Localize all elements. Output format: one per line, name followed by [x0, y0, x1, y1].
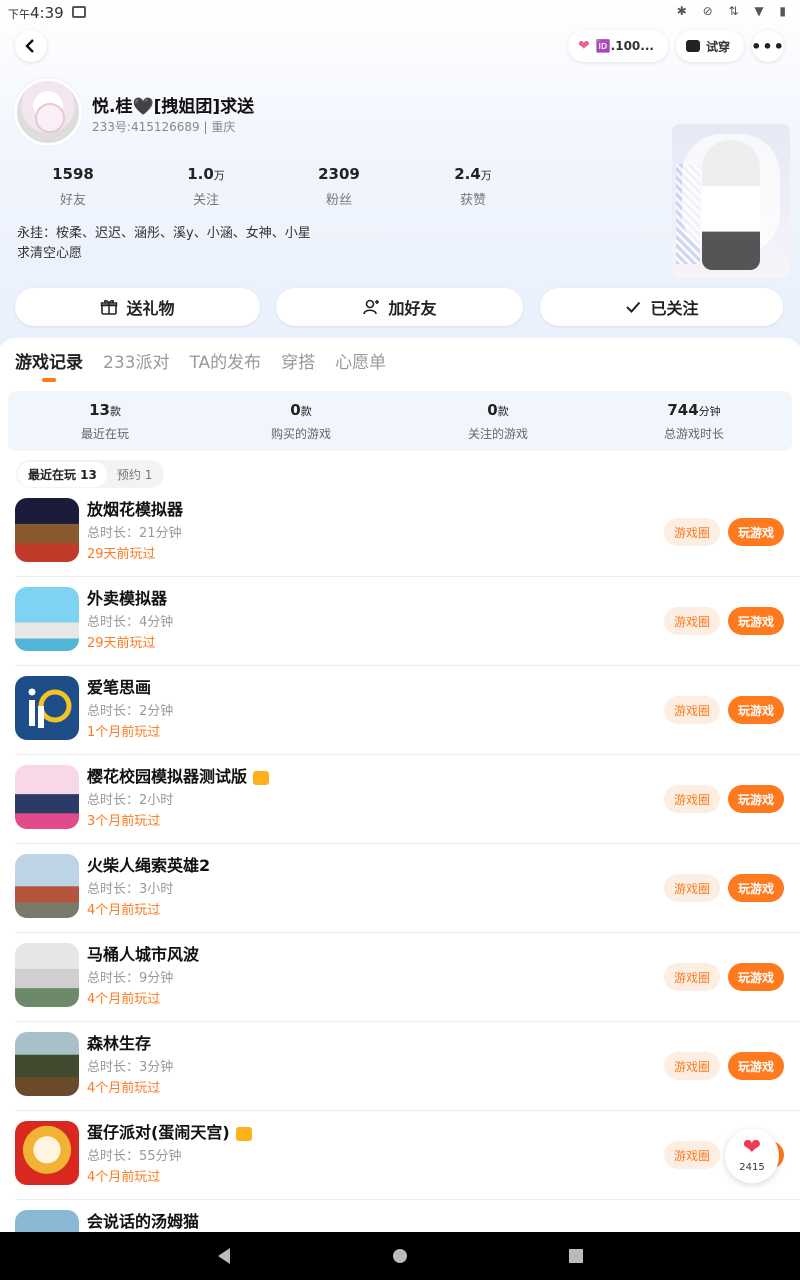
game-row[interactable]: 森林生存 总时长：3分钟 4个月前玩过 游戏圈 玩游戏: [15, 1022, 800, 1111]
stickman-rope-hero-icon: [15, 854, 79, 918]
stat-following[interactable]: 1.0万 关注: [166, 165, 246, 208]
game-circle-button[interactable]: 游戏圈: [664, 874, 720, 902]
game-row[interactable]: 樱花校园模拟器测试版 总时长：2小时 3个月前玩过 游戏圈 玩游戏: [15, 755, 800, 844]
play-game-button[interactable]: 玩游戏: [728, 607, 784, 635]
summary-total-time: 744分钟 总游戏时长: [663, 401, 724, 441]
status-bar: 下午4:39 ✱ ⊘ ⇅ ▼ ▮: [0, 0, 800, 26]
nav-back-icon[interactable]: [216, 1247, 232, 1265]
summary-purchased: 0款 购买的游戏: [270, 401, 331, 441]
forest-survival-icon: [15, 1032, 79, 1096]
tab-233-party[interactable]: 233派对: [103, 348, 169, 378]
status-icons: ✱ ⊘ ⇅ ▼ ▮: [676, 4, 792, 18]
game-row[interactable]: 放烟花模拟器 总时长：21分钟 29天前玩过 游戏圈 玩游戏: [15, 488, 800, 577]
game-row[interactable]: 外卖模拟器 总时长：4分钟 29天前玩过 游戏圈 玩游戏: [15, 577, 800, 666]
game-circle-button[interactable]: 游戏圈: [664, 518, 720, 546]
heart-icon: ❤: [742, 1135, 762, 1160]
stat-friends[interactable]: 1598 好友: [33, 165, 113, 208]
fireworks-game-icon: [15, 498, 79, 562]
tab-posts[interactable]: TA的发布: [189, 348, 261, 378]
nav-home-icon[interactable]: [392, 1248, 408, 1264]
heart-badge-label: 🆔.100...: [595, 39, 654, 53]
game-row[interactable]: 蛋仔派对(蛋闹天宫) 总时长：55分钟 4个月前玩过 游戏圈 玩游戏: [15, 1111, 800, 1200]
stat-fans[interactable]: 2309 粉丝: [299, 165, 379, 208]
game-row[interactable]: 马桶人城市风波 总时长：9分钟 4个月前玩过 游戏圈 玩游戏: [15, 933, 800, 1022]
game-filter: 最近在玩 13 预约 1: [16, 460, 165, 488]
more-dots-icon: •••: [751, 36, 785, 56]
play-game-button[interactable]: 玩游戏: [728, 1052, 784, 1080]
game-circle-button[interactable]: 游戏圈: [664, 1141, 720, 1169]
game-circle-button[interactable]: 游戏圈: [664, 785, 720, 813]
ibis-paint-icon: [15, 676, 79, 740]
play-game-button[interactable]: 玩游戏: [728, 518, 784, 546]
gift-badge-icon: [235, 1126, 252, 1141]
eggy-party-icon: [15, 1121, 79, 1185]
tab-outfits[interactable]: 穿搭: [281, 348, 315, 378]
active-tab-indicator: [42, 378, 56, 382]
back-arrow-icon: [25, 39, 34, 53]
add-user-icon: [363, 299, 380, 315]
play-game-button[interactable]: 玩游戏: [728, 963, 784, 991]
game-row[interactable]: 火柴人绳索英雄2 总时长：3小时 4个月前玩过 游戏圈 玩游戏: [15, 844, 800, 933]
gift-badge-icon: [253, 770, 270, 785]
system-nav-bar: [0, 1232, 800, 1280]
nav-recents-icon[interactable]: [568, 1248, 584, 1264]
game-row[interactable]: 会说话的汤姆猫: [15, 1200, 800, 1232]
check-icon: [626, 301, 641, 313]
avatar-character-figure[interactable]: [672, 124, 790, 278]
game-circle-button[interactable]: 游戏圈: [664, 607, 720, 635]
delivery-game-icon: [15, 587, 79, 651]
stat-likes[interactable]: 2.4万 获赞: [433, 165, 513, 208]
like-float-button[interactable]: ❤ 2415: [725, 1129, 779, 1183]
gift-icon: [101, 299, 118, 315]
send-gift-button[interactable]: 送礼物: [15, 288, 260, 326]
outfit-icon: [686, 40, 700, 52]
play-game-button[interactable]: 玩游戏: [728, 696, 784, 724]
followed-button[interactable]: 已关注: [540, 288, 783, 326]
more-options-button[interactable]: •••: [751, 30, 785, 62]
try-on-button[interactable]: 试穿: [676, 30, 744, 62]
double-heart-icon: ❤: [578, 38, 590, 54]
add-friend-button[interactable]: 加好友: [276, 288, 523, 326]
heart-badge-button[interactable]: ❤ 🆔.100...: [568, 30, 668, 62]
tab-wishlist[interactable]: 心愿单: [335, 348, 386, 378]
summary-followed-games: 0款 关注的游戏: [467, 401, 528, 441]
filter-recent[interactable]: 最近在玩 13: [18, 461, 107, 487]
sakura-school-icon: [15, 765, 79, 829]
play-game-button[interactable]: 玩游戏: [728, 874, 784, 902]
user-id-location: 233号:415126689 | 重庆: [92, 120, 236, 134]
toilet-man-icon: [15, 943, 79, 1007]
filter-reserve[interactable]: 预约 1: [107, 462, 162, 487]
summary-recent: 13款 最近在玩: [80, 401, 129, 441]
game-row[interactable]: 爱笔思画 总时长：2分钟 1个月前玩过 游戏圈 玩游戏: [15, 666, 800, 755]
play-game-button[interactable]: 玩游戏: [728, 785, 784, 813]
avatar[interactable]: [14, 78, 82, 146]
status-time: 下午4:39: [8, 4, 64, 22]
game-circle-button[interactable]: 游戏圈: [664, 696, 720, 724]
username: 悦.桂🖤[拽姐团]求送: [92, 97, 255, 117]
profile-tabs: 游戏记录 233派对 TA的发布 穿搭 心愿单: [15, 348, 386, 378]
game-circle-button[interactable]: 游戏圈: [664, 1052, 720, 1080]
tab-game-records[interactable]: 游戏记录: [15, 348, 83, 378]
game-circle-button[interactable]: 游戏圈: [664, 963, 720, 991]
talking-tom-icon: [15, 1210, 79, 1232]
back-button[interactable]: [15, 30, 47, 62]
image-notification-icon: [72, 6, 86, 18]
bio: 永挂：桉柔、迟迟、涵彤、溪y、小涵、女神、小星 求清空心愿: [17, 226, 311, 261]
